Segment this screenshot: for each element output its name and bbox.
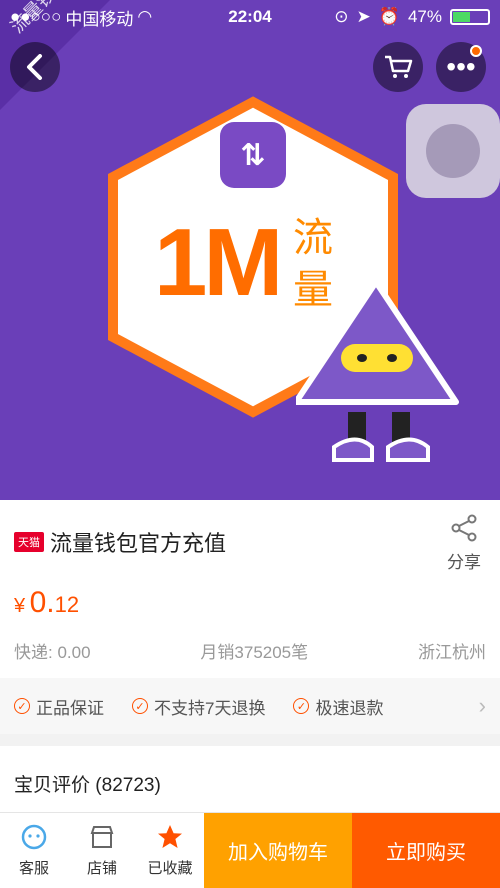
product-meta: 快递: 0.00 月销375205笔 浙江杭州 [14,638,486,663]
product-info: 天猫 流量钱包官方充值 分享 ¥ 0.12 快递: 0.00 月销375205笔… [0,500,500,796]
wifi-icon: ◠ [137,7,153,26]
cart-icon [385,55,413,78]
guarantee-label: 不支持7天退换 [154,698,266,718]
cart-button[interactable] [373,42,423,92]
price-integer: 0. [29,586,55,619]
clock: 22:04 [228,7,272,26]
bottom-action-bar: 客服 店铺 已收藏 加入购物车 立即购买 [0,812,500,888]
monthly-sales: 月销375205笔 [200,643,309,662]
mascot-character [296,282,459,462]
guarantee-label: 极速退款 [315,698,384,718]
shipping-fee: 快递: 0.00 [14,643,91,662]
tab-favorite[interactable]: 已收藏 [136,813,204,888]
more-dots-icon: ••• [446,51,476,82]
more-button[interactable]: ••• [436,42,486,92]
product-title: 流量钱包官方充值 [50,531,227,556]
section-divider [0,734,500,746]
tab-label: 店铺 [86,860,117,877]
traffic-wallet-logo-icon: ⇅ [220,122,286,188]
tab-label: 客服 [18,860,49,877]
battery-fill [453,12,470,22]
tmall-badge: 天猫 [14,532,44,552]
tab-label: 已收藏 [147,860,193,877]
buy-now-button[interactable]: 立即购买 [352,813,500,888]
review-count: (82723) [95,775,161,796]
product-page: 流量钱包 充值 ●●○○○ 中国移动 ◠ 22:04 ⊙ ➤ ⏰ 47% ••• [0,0,500,888]
battery-percent: 47% [407,7,442,26]
review-title: 宝贝评价 [14,775,91,796]
notification-dot [470,45,482,57]
store-icon [90,826,114,848]
customer-service-icon [21,824,47,850]
promo-amount: 1M [154,209,283,316]
hero-banner: 流量钱包 充值 ●●○○○ 中国移动 ◠ 22:04 ⊙ ➤ ⏰ 47% ••• [0,0,500,500]
review-header[interactable]: 宝贝评价 (82723) [14,770,161,797]
currency-symbol: ¥ [14,595,26,617]
floating-widget[interactable] [406,104,500,198]
guarantee-row[interactable]: ✓ 正品保证 ✓ 不支持7天退换 ✓ 极速退款 › [0,678,500,734]
chevron-right-icon: › [478,693,486,718]
location-icon: ➤ [356,7,371,26]
guarantee-item: ✓ 正品保证 [14,694,104,719]
orientation-lock-icon: ⊙ [334,7,349,26]
carrier-label: 中国移动 [65,9,134,29]
tab-store[interactable]: 店铺 [68,813,136,888]
back-button[interactable] [10,42,60,92]
share-icon [451,514,477,542]
tab-customer-service[interactable]: 客服 [0,813,68,888]
guarantee-item: ✓ 不支持7天退换 [132,694,265,719]
add-to-cart-button[interactable]: 加入购物车 [204,813,352,888]
price: ¥ 0.12 [14,586,79,620]
guarantee-item: ✓ 极速退款 [293,694,383,719]
price-decimal: 12 [54,592,80,617]
check-icon: ✓ [293,698,310,714]
share-label: 分享 [447,553,481,572]
check-icon: ✓ [132,698,148,714]
status-bar: ●●○○○ 中国移动 ◠ 22:04 ⊙ ➤ ⏰ 47% [0,0,500,34]
ship-location: 浙江杭州 [418,643,486,662]
chevron-left-icon [27,54,42,80]
check-icon: ✓ [14,698,30,714]
star-icon [158,825,182,848]
battery-icon [450,9,490,25]
share-button[interactable]: 分享 [440,514,488,573]
signal-icon: ●●○○○ [10,7,62,26]
alarm-icon: ⏰ [378,7,400,26]
guarantee-label: 正品保证 [36,698,104,718]
